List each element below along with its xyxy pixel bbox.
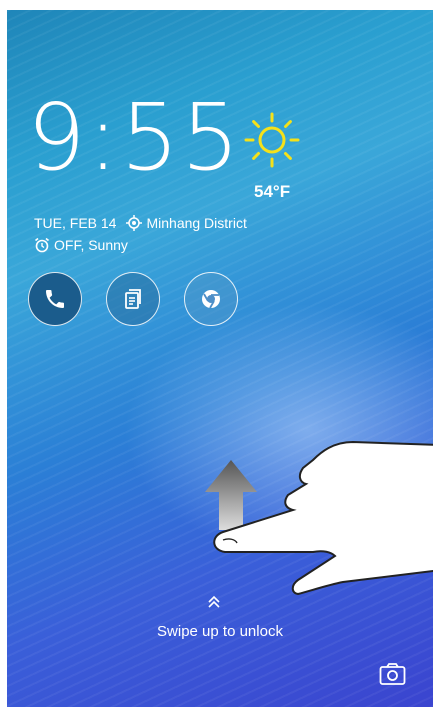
date-location-row: TUE, FEB 14 Minhang District <box>34 215 247 231</box>
location-icon <box>126 215 143 231</box>
clock-time: 9:55 <box>27 84 242 191</box>
alarm-status-text: OFF, Sunny <box>54 237 128 253</box>
sunny-weather-icon <box>244 112 300 168</box>
chrome-icon <box>202 290 220 309</box>
browser-shortcut-button[interactable] <box>184 272 238 326</box>
phone-icon <box>46 290 64 308</box>
temperature: 54°F <box>254 182 291 201</box>
unlock-hint[interactable]: Swipe up to unlock <box>7 623 433 640</box>
date-text: TUE, FEB 14 <box>34 215 117 231</box>
camera-icon[interactable] <box>379 662 406 686</box>
swipe-up-gesture-illustration <box>205 440 433 596</box>
notes-shortcut-button[interactable] <box>106 272 160 326</box>
location-text: Minhang District <box>146 215 247 231</box>
double-chevron-up-icon <box>208 595 220 608</box>
alarm-row: OFF, Sunny <box>34 237 128 253</box>
lock-screen[interactable]: 9:55 54°F TUE, FEB 14 Minhang District O… <box>7 10 433 707</box>
alarm-clock-icon <box>35 237 49 253</box>
phone-shortcut-button[interactable] <box>28 272 82 326</box>
notes-icon <box>125 289 141 309</box>
